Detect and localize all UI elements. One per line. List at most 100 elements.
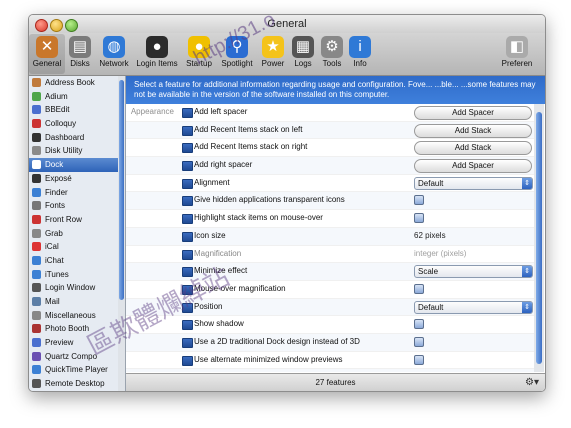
sidebar-item-dashboard[interactable]: Dashboard — [29, 131, 125, 145]
feature-row[interactable]: Give hidden applications transparent ico… — [126, 192, 534, 211]
feature-row[interactable]: Add Recent Items stack on right Add Stack — [126, 139, 534, 158]
sidebar-item-colloquy[interactable]: Colloquy — [29, 117, 125, 131]
feature-row[interactable]: Appearance Add left spacer Add Spacer — [126, 104, 534, 122]
feature-popup[interactable]: Default ⇕ — [414, 300, 533, 314]
zoom-button[interactable] — [65, 19, 78, 32]
sidebar-item-bbedit[interactable]: BBEdit — [29, 103, 125, 117]
feature-popup[interactable]: Scale ⇕ — [414, 265, 533, 279]
sidebar-item-label: Mail — [45, 297, 60, 306]
popup-value: Default — [418, 178, 444, 188]
tools-icon: ⚙ — [321, 36, 343, 58]
toolbar-preferen-button[interactable]: ◧ Preferen — [489, 34, 545, 74]
feature-row[interactable]: Show shadow — [126, 316, 534, 334]
feature-checkbox[interactable] — [414, 319, 424, 330]
feature-label: Add left spacer — [194, 107, 248, 116]
sidebar-item-label: Dock — [45, 160, 64, 170]
feature-checkbox[interactable] — [414, 354, 424, 365]
feature-action-button[interactable]: Add Stack — [414, 141, 532, 156]
sidebar-item-exposé[interactable]: Exposé — [29, 172, 125, 186]
feature-action-button[interactable]: Add Spacer — [414, 106, 532, 120]
sidebar-item-fonts[interactable]: Fonts — [29, 199, 125, 213]
toolbar-network-button[interactable]: ◍ Network — [95, 34, 133, 74]
feature-checkbox[interactable] — [414, 283, 424, 294]
info-icon: i — [349, 36, 371, 58]
toolbar-tools-button[interactable]: ⚙ Tools — [317, 34, 347, 74]
toolbar-label: Network — [99, 59, 129, 68]
sidebar-item-disk-utility[interactable]: Disk Utility — [29, 144, 125, 158]
toolbar-login-items-button[interactable]: ● Login Items — [133, 34, 181, 74]
sidebar-item-label: Remote Desktop — [45, 379, 105, 389]
feature-row[interactable]: Add Recent Items stack on left Add Stack — [126, 121, 534, 140]
app-icon — [32, 146, 41, 156]
app-icon — [32, 78, 41, 87]
sidebar-item-label: Fonts — [45, 201, 66, 211]
app-icon — [32, 228, 41, 238]
feature-row[interactable]: Use alternate minimized window previews — [126, 352, 534, 370]
sidebar-item-finder[interactable]: Finder — [29, 186, 125, 200]
app-icon — [32, 297, 41, 306]
sidebar-item-label: Adium — [45, 91, 68, 101]
toolbar-power-button[interactable]: ★ Power — [257, 34, 289, 74]
sidebar-scroll-thumb[interactable] — [119, 80, 124, 300]
sidebar-item-label: Miscellaneous — [45, 310, 96, 320]
sidebar-item-front-row[interactable]: Front Row — [29, 213, 125, 227]
app-icon — [32, 310, 41, 320]
feature-row[interactable]: Behavior Automatically hide and show the … — [126, 369, 534, 372]
feature-popup[interactable]: Default ⇕ — [414, 176, 533, 190]
sidebar-item-ical[interactable]: iCal — [29, 240, 125, 254]
app-icon — [32, 132, 41, 142]
feature-icon — [182, 320, 193, 331]
popup-arrows-icon: ⇕ — [522, 301, 532, 313]
toolbar-label: Power — [261, 59, 285, 68]
app-icon — [32, 160, 41, 170]
feature-scroll-thumb[interactable] — [536, 112, 542, 364]
minimize-button[interactable] — [50, 19, 63, 32]
feature-row[interactable]: Add right spacer Add Spacer — [126, 157, 534, 175]
feature-label: Icon size — [194, 230, 226, 240]
feature-action-button[interactable]: Add Stack — [414, 123, 532, 138]
info-banner: Select a feature for additional informat… — [126, 76, 545, 104]
feature-row[interactable]: Icon size 62 pixels — [126, 227, 534, 246]
sidebar-item-address-book[interactable]: Address Book — [29, 76, 125, 90]
close-button[interactable] — [35, 19, 48, 32]
feature-row[interactable]: Alignment Default ⇕ — [126, 175, 534, 193]
app-icon — [32, 255, 41, 265]
feature-label: Automatically hide and show the Dock — [194, 369, 329, 372]
feature-icon — [182, 355, 193, 366]
feature-row[interactable]: Use a 2D traditional Dock design instead… — [126, 333, 534, 352]
sidebar-item-label: Disk Utility — [45, 146, 83, 156]
disk-icon: ▤ — [69, 36, 91, 58]
sidebar-item-grab[interactable]: Grab — [29, 227, 125, 241]
toolbar-info-button[interactable]: i Info — [347, 34, 373, 74]
sidebar-item-mail[interactable]: Mail — [29, 295, 125, 309]
feature-checkbox[interactable] — [414, 195, 424, 206]
sidebar-item-ichat[interactable]: iChat — [29, 254, 125, 268]
sidebar-item-dock[interactable]: Dock — [29, 158, 125, 172]
user-icon: ● — [146, 36, 168, 58]
feature-label: Show shadow — [194, 319, 244, 329]
toolbar-disks-button[interactable]: ▤ Disks — [65, 34, 95, 74]
feature-input-placeholder[interactable]: integer (pixels) — [414, 248, 466, 260]
feature-scrollbar[interactable] — [534, 104, 544, 372]
sidebar-item-label: iTunes — [45, 269, 69, 279]
feature-icon — [182, 125, 193, 136]
app-icon — [32, 91, 41, 101]
category-label: Appearance — [130, 107, 174, 116]
sidebar-item-login-window[interactable]: Login Window — [29, 281, 125, 295]
sidebar-item-adium[interactable]: Adium — [29, 90, 125, 104]
toolbar-logs-button[interactable]: ▦ Logs — [289, 34, 317, 74]
feature-row[interactable]: Magnification integer (pixels) — [126, 246, 534, 264]
gear-icon[interactable]: ⚙▾ — [525, 374, 539, 391]
app-icon — [32, 324, 41, 334]
sidebar-item-itunes[interactable]: iTunes — [29, 268, 125, 282]
title-bar: General — [29, 15, 545, 33]
toolbar-general-button[interactable]: ✕ General — [29, 34, 65, 74]
general-icon: ✕ — [36, 36, 58, 58]
sidebar-item-quicktime-player[interactable]: QuickTime Player — [29, 363, 125, 377]
sidebar-item-remote-desktop[interactable]: Remote Desktop — [29, 377, 125, 391]
feature-checkbox[interactable] — [414, 213, 424, 224]
feature-row[interactable]: Highlight stack items on mouse-over — [126, 210, 534, 228]
feature-checkbox[interactable] — [414, 336, 424, 347]
toolbar-label: Disks — [70, 59, 90, 68]
feature-action-button[interactable]: Add Spacer — [414, 159, 532, 174]
